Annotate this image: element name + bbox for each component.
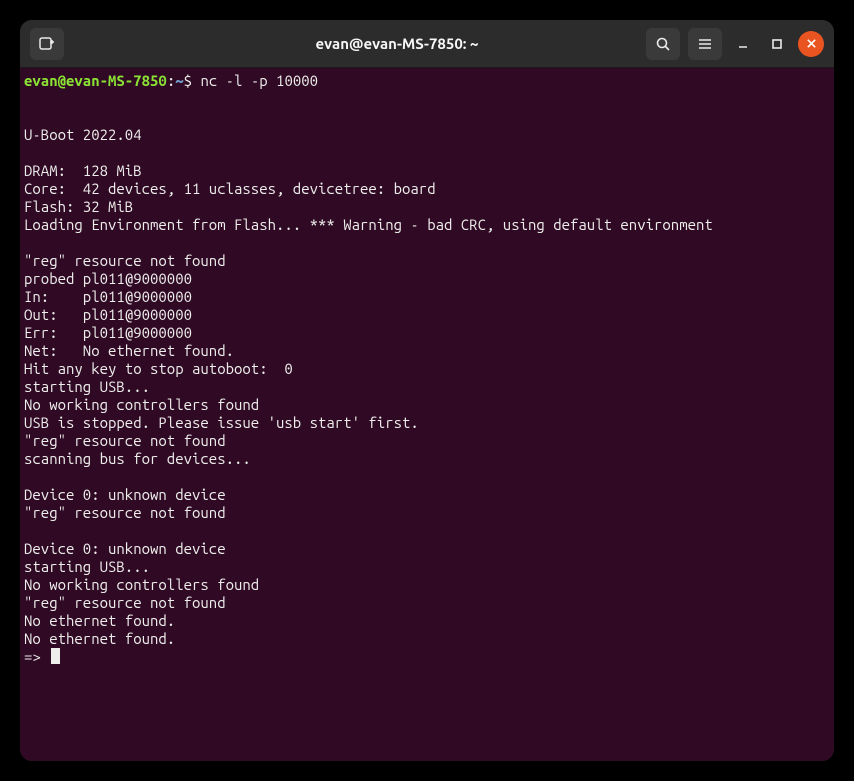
prompt-colon: : bbox=[167, 72, 175, 89]
menu-button[interactable] bbox=[688, 28, 722, 60]
cursor bbox=[51, 648, 60, 664]
maximize-button[interactable] bbox=[764, 31, 790, 57]
terminal-window: evan@evan-MS-7850: ~ bbox=[20, 20, 834, 761]
close-icon bbox=[806, 38, 817, 49]
search-icon bbox=[655, 36, 671, 52]
window-title: evan@evan-MS-7850: ~ bbox=[178, 35, 616, 52]
search-button[interactable] bbox=[646, 28, 680, 60]
titlebar-right bbox=[624, 28, 824, 60]
new-tab-button[interactable] bbox=[30, 28, 64, 60]
hamburger-icon bbox=[697, 36, 713, 52]
minimize-icon bbox=[737, 38, 749, 50]
minimize-button[interactable] bbox=[730, 31, 756, 57]
new-tab-icon bbox=[38, 35, 56, 53]
terminal-output: U-Boot 2022.04 DRAM: 128 MiB Core: 42 de… bbox=[24, 126, 713, 647]
prompt-command: nc -l -p 10000 bbox=[200, 72, 318, 89]
terminal-viewport[interactable]: evan@evan-MS-7850:~$ nc -l -p 10000 U-Bo… bbox=[20, 68, 834, 761]
close-button[interactable] bbox=[798, 31, 824, 57]
prompt-sigil: $ bbox=[184, 72, 192, 89]
titlebar: evan@evan-MS-7850: ~ bbox=[20, 20, 834, 68]
prompt-userhost: evan@evan-MS-7850 bbox=[24, 72, 167, 89]
maximize-icon bbox=[771, 38, 783, 50]
prompt-path: ~ bbox=[175, 72, 183, 89]
titlebar-left bbox=[30, 28, 170, 60]
uboot-prompt: => bbox=[24, 648, 49, 665]
